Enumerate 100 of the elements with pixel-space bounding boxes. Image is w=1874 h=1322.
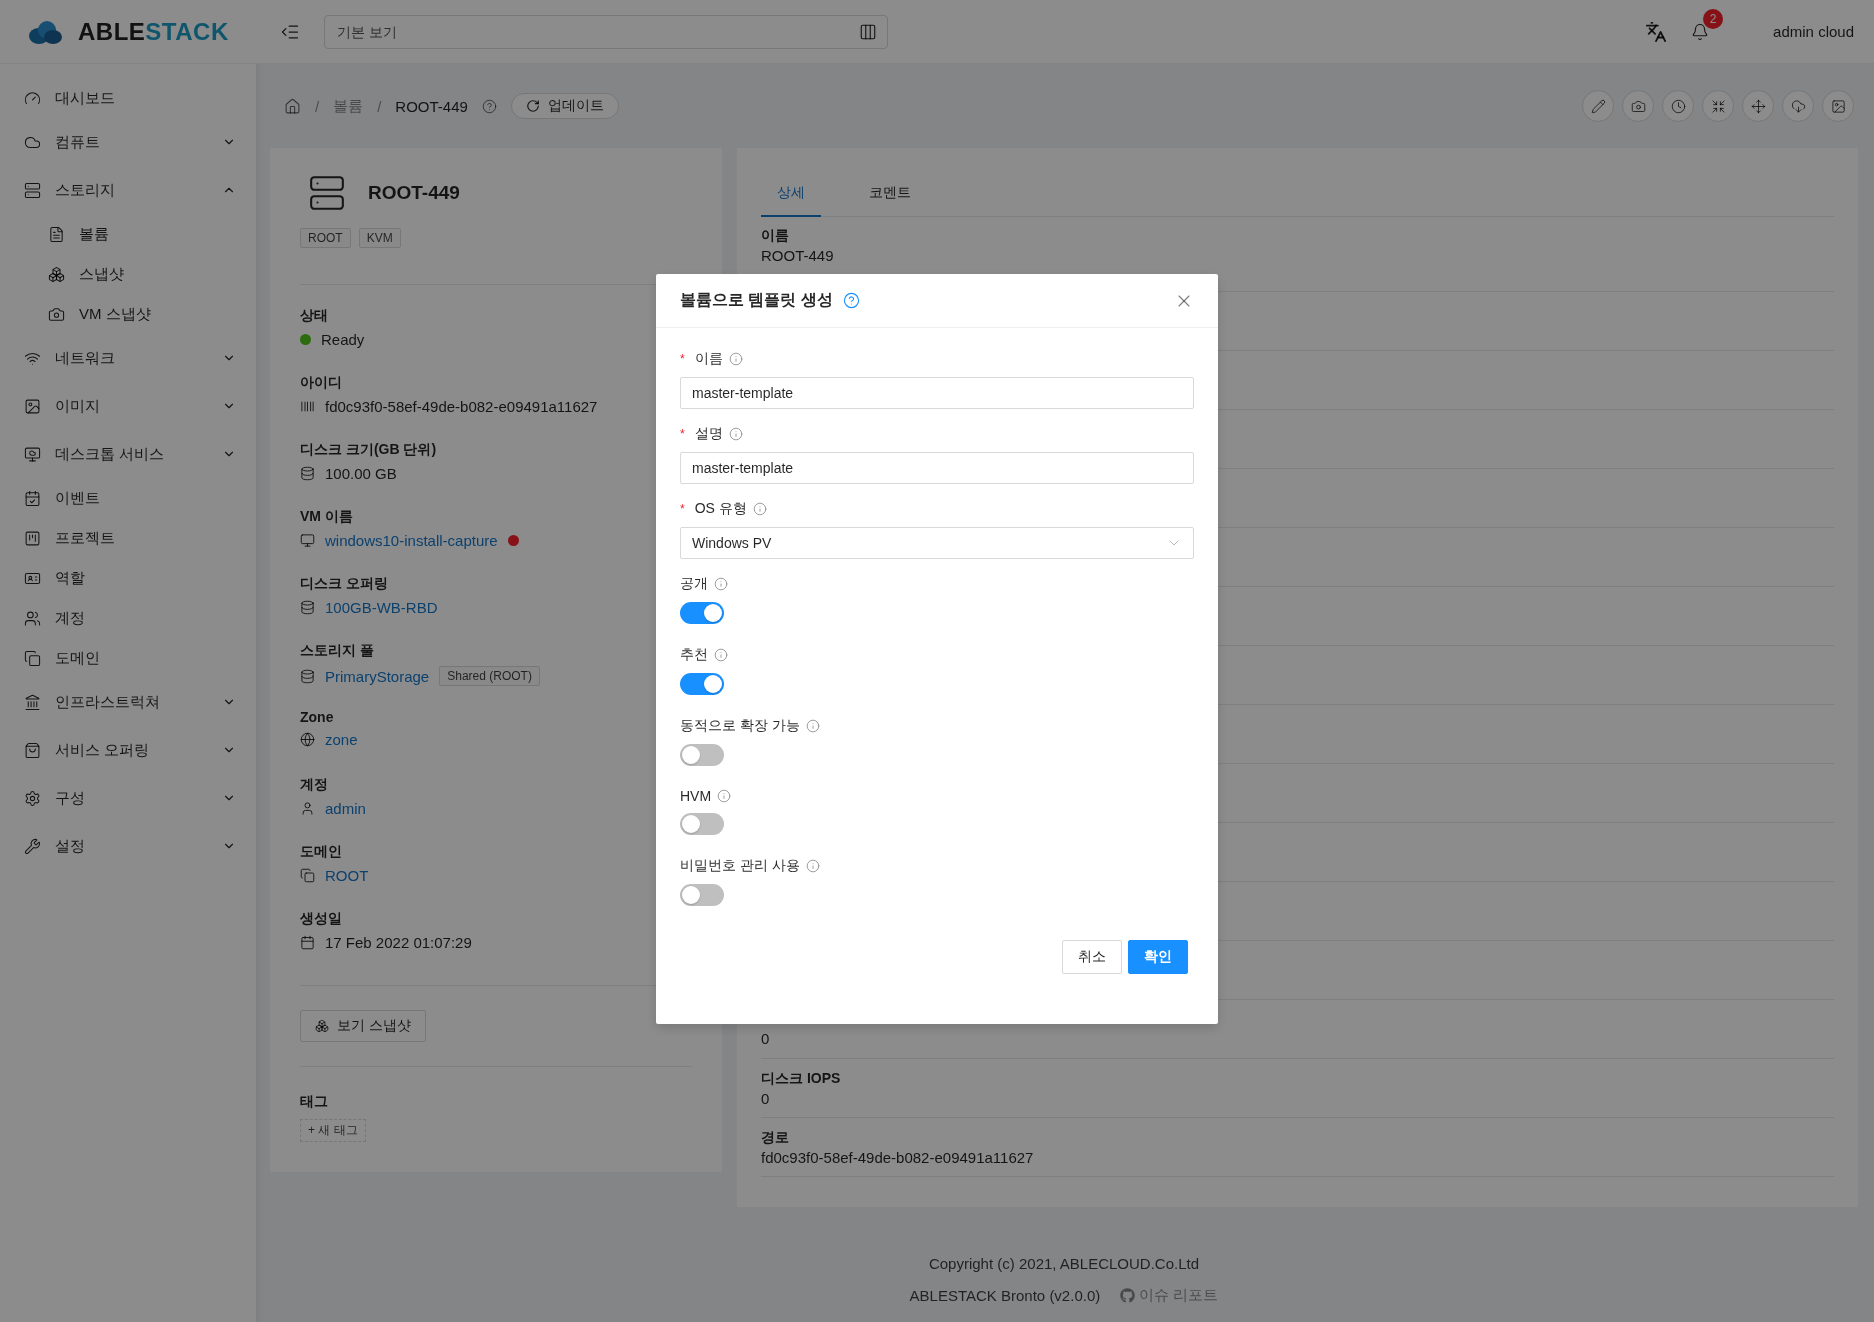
form-label: 추천 <box>680 646 708 664</box>
bank-icon <box>24 693 41 711</box>
sidebar-item[interactable]: 구성 <box>0 774 256 822</box>
cancel-button[interactable]: 취소 <box>1062 940 1122 974</box>
view-input[interactable]: 기본 보기 <box>335 22 859 41</box>
version-text: ABLESTACK Bronto (v2.0.0) <box>909 1287 1101 1304</box>
sidebar-item[interactable]: 데스크톱 서비스 <box>0 430 256 478</box>
action-button[interactable] <box>1582 90 1614 122</box>
calendar-icon <box>24 489 41 507</box>
camera-icon <box>48 305 65 323</box>
form-label: 공개 <box>680 575 708 593</box>
clock-icon <box>1670 98 1686 114</box>
help-icon[interactable] <box>842 292 860 309</box>
select-field[interactable]: Windows PV <box>680 527 1194 559</box>
info-icon <box>714 648 728 662</box>
language-icon[interactable] <box>1645 20 1668 43</box>
field-link[interactable]: windows10-install-capture <box>325 532 498 549</box>
field-link[interactable]: 100GB-WB-RBD <box>325 599 438 616</box>
sidebar-item[interactable]: 이미지 <box>0 382 256 430</box>
sidebar-item[interactable]: 설정 <box>0 822 256 870</box>
field-label: 태그 <box>300 1093 328 1111</box>
refresh-button[interactable]: 업데이트 <box>510 93 619 119</box>
new-tag-button[interactable]: + 새 태그 <box>300 1119 366 1142</box>
text-input[interactable]: master-template <box>680 377 1194 409</box>
action-button[interactable] <box>1702 90 1734 122</box>
sidebar-item[interactable]: 이벤트 <box>0 478 256 518</box>
detail-label: 경로 <box>761 1128 790 1147</box>
toggle-switch[interactable] <box>680 673 724 695</box>
copyright-text: Copyright (c) 2021, ABLECLOUD.Co.Ltd <box>928 1255 1200 1272</box>
field-link[interactable]: admin <box>325 800 366 817</box>
tab[interactable]: 상세 <box>761 172 821 217</box>
info-icon <box>805 719 820 733</box>
sidebar-subitem[interactable]: 볼륨 <box>0 214 256 254</box>
sidebar-item[interactable]: 계정 <box>0 598 256 638</box>
edit-icon <box>1590 98 1606 114</box>
boxes-icon <box>315 1019 329 1033</box>
tag: ROOT <box>300 228 351 248</box>
form-label: 설명 <box>694 425 723 443</box>
action-button[interactable] <box>1822 90 1854 122</box>
dialog-title: 볼륨으로 템플릿 생성 <box>680 290 833 310</box>
sidebar-item[interactable]: 프로젝트 <box>0 518 256 558</box>
sidebar-item[interactable]: 서비스 오퍼링 <box>0 726 256 774</box>
settings-icon <box>24 789 41 807</box>
storage-icon <box>300 466 315 481</box>
form-label: 이름 <box>694 350 723 368</box>
field-label: 아이디 <box>300 374 342 392</box>
tab[interactable]: 코멘트 <box>853 172 927 217</box>
shrink-icon <box>1710 98 1726 114</box>
view-snapshots-button[interactable]: 보기 스냅샷 <box>300 1010 426 1042</box>
field-label: 디스크 크기(GB 단위) <box>300 441 437 459</box>
breadcrumb-item: / <box>377 97 382 115</box>
sidebar-subitem[interactable]: 스냅샷 <box>0 254 256 294</box>
sidebar-item[interactable]: 인프라스트럭쳐 <box>0 678 256 726</box>
action-button[interactable] <box>1622 90 1654 122</box>
sidebar-subitem[interactable]: VM 스냅샷 <box>0 294 256 334</box>
toggle-switch[interactable] <box>680 744 724 766</box>
view-field[interactable]: 기본 보기 <box>324 14 888 49</box>
toggle-switch[interactable] <box>680 813 724 835</box>
text-input[interactable]: master-template <box>680 452 1194 484</box>
field-label: 계정 <box>300 776 328 794</box>
sidebar-item[interactable]: 컴퓨트 <box>0 118 256 166</box>
notification-icon[interactable] <box>1691 22 1710 41</box>
notification-badge: 2 <box>1703 8 1724 29</box>
user-name[interactable]: admin cloud <box>1773 23 1854 40</box>
form-label: 동적으로 확장 가능 <box>680 717 800 735</box>
field-link[interactable]: zone <box>325 731 358 748</box>
sidebar-item[interactable]: 대시보드 <box>0 78 256 118</box>
cloud-download-icon <box>1790 98 1806 114</box>
action-button[interactable] <box>1742 90 1774 122</box>
sidebar-item[interactable]: 스토리지 <box>0 166 256 214</box>
resource-title: ROOT-449 <box>368 182 460 204</box>
field-label: 생성일 <box>300 910 342 928</box>
image-icon <box>24 397 41 415</box>
confirm-button[interactable]: 확인 <box>1128 940 1188 974</box>
sidebar-item[interactable]: 역할 <box>0 558 256 598</box>
field-link[interactable]: PrimaryStorage <box>325 667 430 685</box>
bag-icon <box>24 741 41 759</box>
required-mark: * <box>680 427 685 441</box>
copy-icon <box>300 868 315 883</box>
tag: KVM <box>358 228 401 248</box>
sidebar-item[interactable]: 도메인 <box>0 638 256 678</box>
field-link[interactable]: ROOT <box>325 867 369 884</box>
action-button[interactable] <box>1662 90 1694 122</box>
form-label: HVM <box>680 788 712 804</box>
columns-icon <box>859 22 877 41</box>
sidebar-item[interactable]: 네트워크 <box>0 334 256 382</box>
info-icon <box>728 427 743 441</box>
field-label: 상태 <box>300 307 328 325</box>
info-icon <box>717 789 732 803</box>
wrench-icon <box>24 837 41 855</box>
toggle-switch[interactable] <box>680 884 724 906</box>
tag: Shared (ROOT) <box>439 666 540 686</box>
boxes-icon <box>48 265 65 283</box>
storage-icon <box>300 600 315 615</box>
toggle-switch[interactable] <box>680 602 724 624</box>
user-icon <box>300 801 315 816</box>
server-icon <box>24 181 41 199</box>
breadcrumb-item[interactable]: ROOT-449 <box>395 97 468 115</box>
field-label: Zone <box>300 709 334 725</box>
action-button[interactable] <box>1782 90 1814 122</box>
